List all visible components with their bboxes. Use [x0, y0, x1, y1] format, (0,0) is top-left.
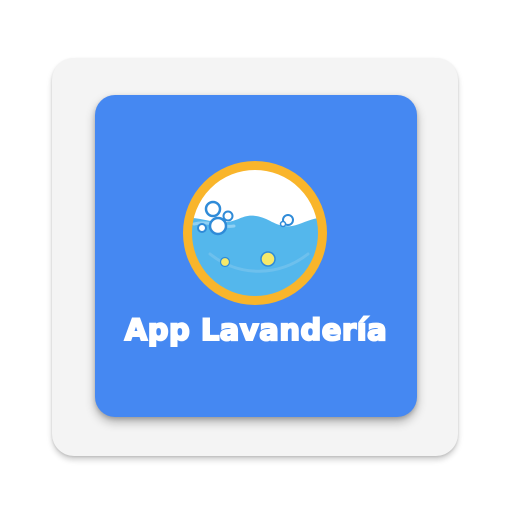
app-icon-stage: App Lavandería [0, 0, 512, 512]
washing-machine-bubble-icon [180, 158, 330, 308]
app-name-label: App Lavandería [124, 312, 388, 348]
